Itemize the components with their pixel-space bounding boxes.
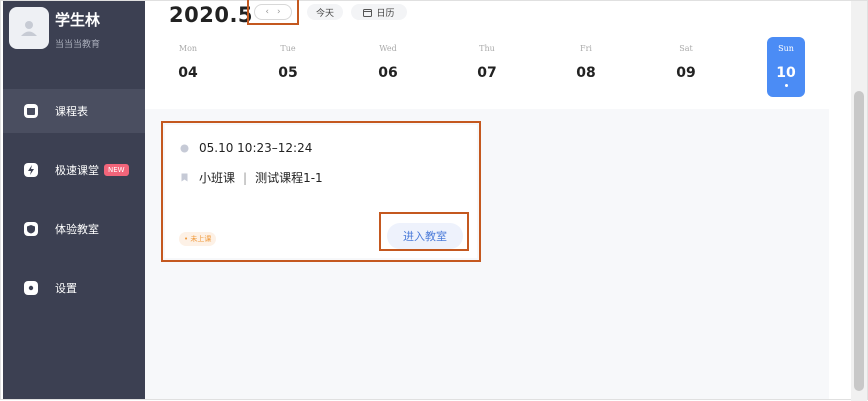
prev-week-button[interactable]: ‹ [265, 7, 269, 17]
gear-icon [24, 281, 38, 295]
shield-icon [24, 222, 38, 236]
day-cell[interactable]: Fri 08 [567, 37, 605, 97]
user-avatar-icon [21, 21, 37, 36]
calendar-button-label: 日历 [376, 8, 395, 19]
sidebar-item-schedule[interactable]: 课程表 [3, 89, 145, 133]
sidebar-item-label: 体验教室 [55, 223, 99, 236]
app-window: 学生林 当当当教育 课程表 极速课堂 NEW 体验教室 设置 2020.5 ‹ … [0, 0, 868, 401]
day-name: Mon [178, 44, 198, 53]
day-number: 06 [378, 65, 398, 81]
day-cell[interactable]: Thu 07 [468, 37, 506, 97]
sidebar-item-label: 极速课堂 [55, 164, 99, 177]
week-nav: ‹ › [254, 4, 292, 20]
day-number: 08 [576, 65, 596, 81]
separator: | [243, 170, 248, 185]
day-number: 10 [776, 65, 796, 81]
sidebar-item-quick-class[interactable]: 极速课堂 NEW [3, 148, 145, 192]
day-name: Fri [580, 44, 592, 53]
calendar-icon [24, 104, 38, 118]
day-name: Thu [479, 44, 495, 53]
lesson-info-row: 小班课 | 测试课程1-1 [180, 169, 323, 186]
status-badge: • 未上课 [179, 232, 217, 246]
day-name: Wed [379, 44, 397, 53]
day-number: 07 [477, 65, 497, 81]
enter-classroom-button[interactable]: 进入教室 [387, 223, 463, 249]
sidebar-item-label: 设置 [55, 282, 77, 295]
day-name: Sat [679, 44, 693, 53]
sidebar-item-trial-classroom[interactable]: 体验教室 [3, 207, 145, 251]
calendar-button[interactable]: 日历 [351, 4, 407, 20]
day-cell-selected[interactable]: Sun 10 [767, 37, 805, 97]
sidebar-item-label: 课程表 [55, 105, 88, 118]
day-cell[interactable]: Wed 06 [369, 37, 407, 97]
lightning-icon [24, 163, 38, 177]
today-button[interactable]: 今天 [307, 4, 343, 20]
day-name: Sun [778, 44, 794, 53]
bookmark-icon [181, 173, 188, 182]
day-cell[interactable]: Sat 09 [667, 37, 705, 97]
has-lesson-dot [784, 84, 788, 87]
current-month: 2020.5 [169, 3, 254, 27]
avatar[interactable] [9, 7, 49, 49]
day-cell[interactable]: Mon 04 [169, 37, 207, 97]
day-cell[interactable]: Tue 05 [269, 37, 307, 97]
calendar-small-icon [363, 8, 373, 17]
day-number: 04 [178, 65, 198, 81]
clock-icon [180, 144, 189, 152]
lesson-type: 小班课 [199, 171, 236, 185]
sidebar: 学生林 当当当教育 课程表 极速课堂 NEW 体验教室 设置 [3, 1, 145, 399]
next-week-button[interactable]: › [277, 7, 281, 17]
user-org: 当当当教育 [55, 40, 101, 50]
day-number: 09 [676, 65, 696, 81]
day-number: 05 [278, 65, 298, 81]
new-badge: NEW [104, 164, 129, 176]
sidebar-item-settings[interactable]: 设置 [3, 266, 145, 310]
scrollbar-thumb[interactable] [854, 91, 864, 391]
user-name: 学生林 [55, 11, 101, 29]
lesson-time-row: 05.10 10:23–12:24 [180, 141, 312, 155]
lesson-time: 05.10 10:23–12:24 [199, 141, 313, 155]
lesson-course: 测试课程1-1 [255, 171, 323, 185]
day-name: Tue [280, 44, 296, 53]
